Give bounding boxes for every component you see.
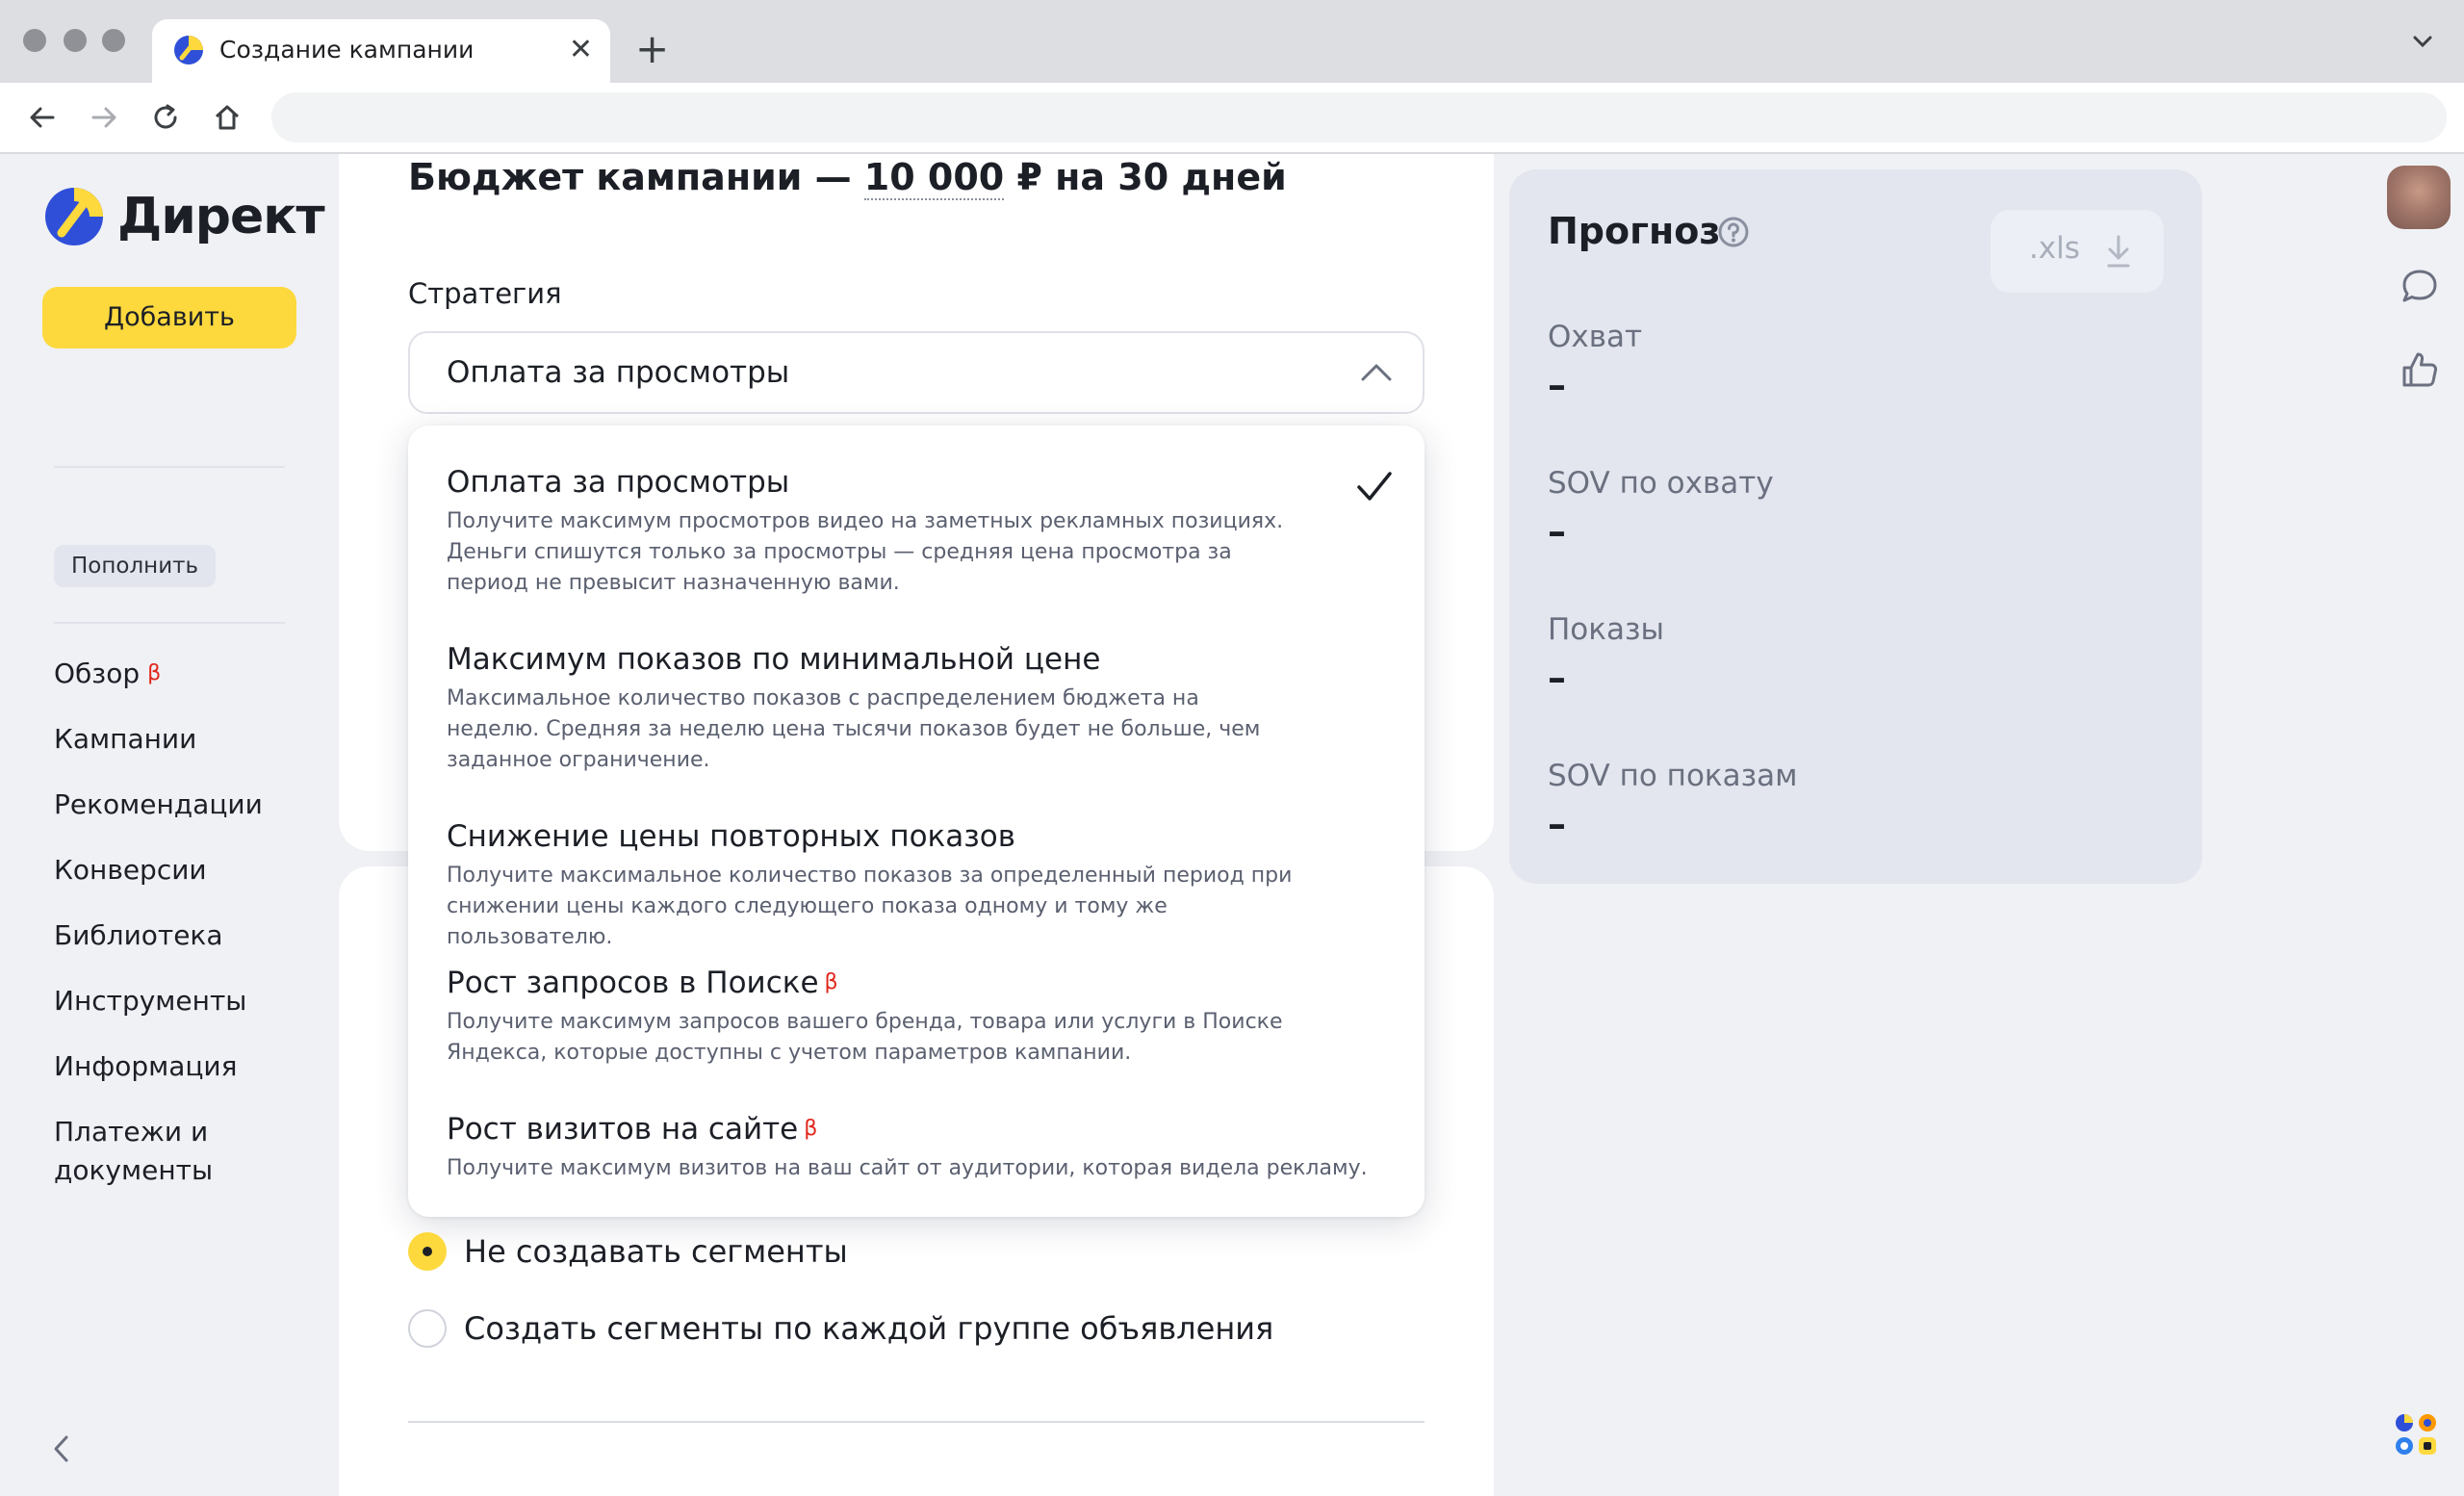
divider xyxy=(54,622,285,624)
option-title: Максимум показов по минимальной цене xyxy=(447,642,1101,677)
strategy-dropdown: Оплата за просмотры Получите максимум пр… xyxy=(408,426,1424,1217)
direct-favicon-icon xyxy=(174,36,203,64)
forecast-metric-impressions: Показы – xyxy=(1548,610,1664,701)
metric-value: – xyxy=(1548,510,1566,553)
radio-checked[interactable] xyxy=(408,1232,447,1271)
metric-value: – xyxy=(1548,657,1566,699)
thumbs-up-icon[interactable] xyxy=(2399,348,2441,391)
option-description: Максимальное количество показов с распре… xyxy=(447,686,1261,772)
sidebar-item-tools[interactable]: Инструменты xyxy=(54,982,323,1020)
option-description: Получите максимум визитов на ваш сайт от… xyxy=(447,1156,1368,1180)
beta-badge: β xyxy=(147,661,162,685)
strategy-option-visits-growth[interactable]: Рост визитов на сайте β Получите максимум… xyxy=(447,1109,1368,1184)
budget-suffix: ₽ на 30 дней xyxy=(1004,156,1287,198)
topup-button[interactable]: Пополнить xyxy=(54,545,217,587)
forward-button[interactable] xyxy=(83,96,125,139)
chevron-down-icon[interactable] xyxy=(2410,29,2435,54)
option-title-text: Рост запросов в Поиске xyxy=(447,966,819,1000)
option-description: Получите максимум запросов вашего бренда… xyxy=(447,1010,1283,1065)
divider xyxy=(54,466,285,468)
download-xls-button[interactable]: .xls xyxy=(1990,210,2164,293)
back-button[interactable] xyxy=(21,96,64,139)
option-title: Рост запросов в Поиске β xyxy=(447,963,1313,1003)
budget-heading: Бюджет кампании — 10 000 ₽ на 30 дней xyxy=(408,154,1287,200)
yandex-services-icon[interactable] xyxy=(2393,1411,2439,1457)
forecast-metric-sov-impressions: SOV по показам – xyxy=(1548,757,1798,847)
tab-close-icon[interactable]: ✕ xyxy=(569,33,593,67)
add-button[interactable]: Добавить xyxy=(42,287,296,348)
checkmark-icon xyxy=(1357,472,1392,501)
sidebar: Директ Добавить Пополнить Обзор β Кампани… xyxy=(0,154,339,1496)
page: Директ Добавить Пополнить Обзор β Кампани… xyxy=(0,154,2464,1496)
help-icon[interactable] xyxy=(1717,216,1750,248)
forecast-panel: Прогноз .xls Охват – SOV по охвату – Пок… xyxy=(1509,169,2202,884)
browser-tab-bar: Создание кампании ✕ + xyxy=(0,0,2464,83)
arrow-right-icon xyxy=(91,107,116,128)
window-close-dot[interactable] xyxy=(23,29,46,52)
sidebar-item-information[interactable]: Информация xyxy=(54,1047,323,1086)
home-button[interactable] xyxy=(206,96,248,139)
strategy-option-pay-per-view[interactable]: Оплата за просмотры Получите максимум пр… xyxy=(447,462,1313,599)
metric-label: Охват xyxy=(1548,320,1643,354)
window-zoom-dot[interactable] xyxy=(102,29,125,52)
metric-label: SOV по показам xyxy=(1548,759,1798,793)
sidebar-item-conversions[interactable]: Конверсии xyxy=(54,851,323,890)
reload-button[interactable] xyxy=(144,96,187,139)
chat-bubble-icon[interactable] xyxy=(2399,266,2441,308)
divider xyxy=(408,1421,1424,1423)
metric-value: – xyxy=(1548,803,1566,845)
option-title-text: Рост визитов на сайте xyxy=(447,1112,799,1147)
avatar[interactable] xyxy=(2387,166,2451,229)
segment-option-per-group[interactable]: Создать сегменты по каждой группе объявл… xyxy=(408,1309,1273,1348)
option-description: Получите максимум просмотров видео на за… xyxy=(447,509,1284,595)
reload-icon xyxy=(154,104,177,129)
collapse-sidebar-icon[interactable] xyxy=(48,1432,75,1465)
budget-prefix: Бюджет кампании — xyxy=(408,156,864,198)
address-bar[interactable] xyxy=(271,92,2447,142)
tab-title: Создание кампании xyxy=(219,36,475,64)
forecast-metric-reach: Охват – xyxy=(1548,318,1642,408)
option-title: Снижение цены повторных показов xyxy=(447,819,1015,854)
radio-label: Создать сегменты по каждой группе объявл… xyxy=(464,1310,1274,1347)
sidebar-item-library[interactable]: Библиотека xyxy=(54,916,323,955)
metric-value: – xyxy=(1548,364,1566,406)
chevron-up-icon xyxy=(1361,364,1392,381)
metric-label: SOV по охвату xyxy=(1548,466,1774,501)
direct-logo-icon xyxy=(45,188,103,245)
option-description: Получите максимальное количество показов… xyxy=(447,864,1293,949)
sidebar-item-recommendations[interactable]: Рекомендации xyxy=(54,786,323,824)
download-icon xyxy=(2107,235,2130,268)
sidebar-nav: Обзор β Кампании Рекомендации Конверсии Б… xyxy=(54,655,323,1217)
beta-badge: β xyxy=(824,970,838,994)
sidebar-item-campaigns[interactable]: Кампании xyxy=(54,720,323,759)
new-tab-button[interactable]: + xyxy=(635,25,669,73)
option-title: Оплата за просмотры xyxy=(447,465,790,500)
option-title: Рост визитов на сайте β xyxy=(447,1109,1313,1149)
radio-unchecked[interactable] xyxy=(408,1309,447,1348)
budget-amount[interactable]: 10 000 xyxy=(863,156,1005,200)
strategy-option-search-growth[interactable]: Рост запросов в Поиске β Получите максиму… xyxy=(447,963,1313,1069)
radio-label: Не создавать сегменты xyxy=(464,1233,848,1270)
strategy-label: Стратегия xyxy=(408,277,562,310)
direct-logo[interactable]: Директ xyxy=(44,187,325,246)
sidebar-item-overview[interactable]: Обзор β xyxy=(54,655,323,693)
segment-option-none[interactable]: Не создавать сегменты xyxy=(408,1232,848,1271)
strategy-option-max-impressions[interactable]: Максимум показов по минимальной цене Мак… xyxy=(447,639,1313,776)
browser-tab-active[interactable]: Создание кампании ✕ xyxy=(152,19,610,83)
logo-text: Директ xyxy=(117,188,325,245)
xls-label: .xls xyxy=(2029,231,2080,266)
browser-toolbar xyxy=(0,83,2464,154)
sidebar-item-payments[interactable]: Платежи и документы xyxy=(54,1113,266,1190)
sidebar-item-label: Обзор xyxy=(54,658,141,689)
beta-badge: β xyxy=(804,1117,818,1141)
strategy-option-repeat-price[interactable]: Снижение цены повторных показов Получите… xyxy=(447,816,1313,953)
arrow-left-icon xyxy=(30,107,55,128)
forecast-metric-sov-reach: SOV по охвату – xyxy=(1548,464,1774,555)
strategy-select[interactable]: Оплата за просмотры xyxy=(408,331,1424,414)
metric-label: Показы xyxy=(1548,612,1664,647)
forecast-title: Прогноз xyxy=(1548,210,1721,252)
strategy-select-value: Оплата за просмотры xyxy=(447,355,790,390)
home-icon xyxy=(215,105,240,130)
window-minimize-dot[interactable] xyxy=(64,29,87,52)
